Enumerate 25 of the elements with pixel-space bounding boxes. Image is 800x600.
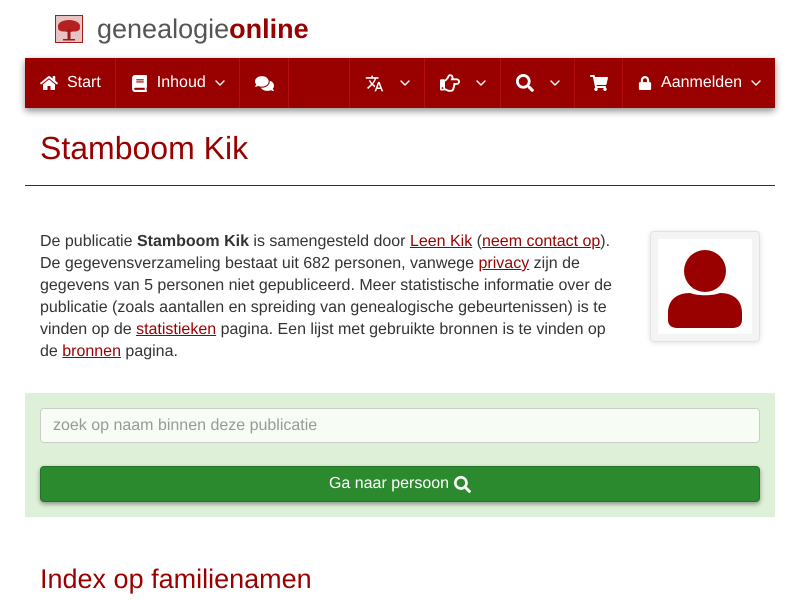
text-link[interactable]: Leen Kik xyxy=(410,233,472,250)
section-title: Index op familienamen xyxy=(39,563,313,595)
user-icon xyxy=(658,239,752,334)
search-field[interactable]: zoek op naam binnen deze publicatie xyxy=(40,408,760,443)
text-link[interactable]: neem contact op xyxy=(482,233,600,250)
lock-icon xyxy=(638,76,652,90)
hand-pointer-icon xyxy=(440,73,460,93)
book-icon xyxy=(130,74,148,92)
chat-icon xyxy=(254,74,274,92)
search-icon xyxy=(516,74,534,92)
search-icon xyxy=(454,476,472,492)
text-link[interactable]: statistieken xyxy=(136,321,216,338)
go-to-person-button[interactable]: Ga naar persoon xyxy=(40,466,760,502)
text-link[interactable]: privacy xyxy=(478,255,530,272)
page-title: Stamboom Kik xyxy=(25,108,775,186)
translate-icon xyxy=(365,74,384,92)
home-icon xyxy=(40,74,58,92)
cart-icon xyxy=(590,74,608,92)
site-logo-text: genealogieonline xyxy=(97,14,309,44)
nav-item[interactable]: Start xyxy=(25,58,116,108)
intro-paragraph: De publicatie Stamboom Kik is samengesteld door Leen Kik (neem contact op). De gegevensverzameling bestaat uit 682 personen, vanwege privacy zijn de gegevens van 5 personen niet gepubliceerd. Meer statistische informatie over de publicatie (zoals aantallen en spreiding van genealogische gebeurtenissen) is te vinden op de statistieken pagina. Een lijst met gebruikte bronnen is te vinden op de bronnen pagina. xyxy=(40,232,612,362)
text-link[interactable]: bronnen xyxy=(62,343,121,360)
nav-item[interactable]: Aanmelden xyxy=(622,58,775,108)
tree-logo-icon xyxy=(55,15,83,43)
nav-item[interactable]: Inhoud xyxy=(116,58,240,108)
